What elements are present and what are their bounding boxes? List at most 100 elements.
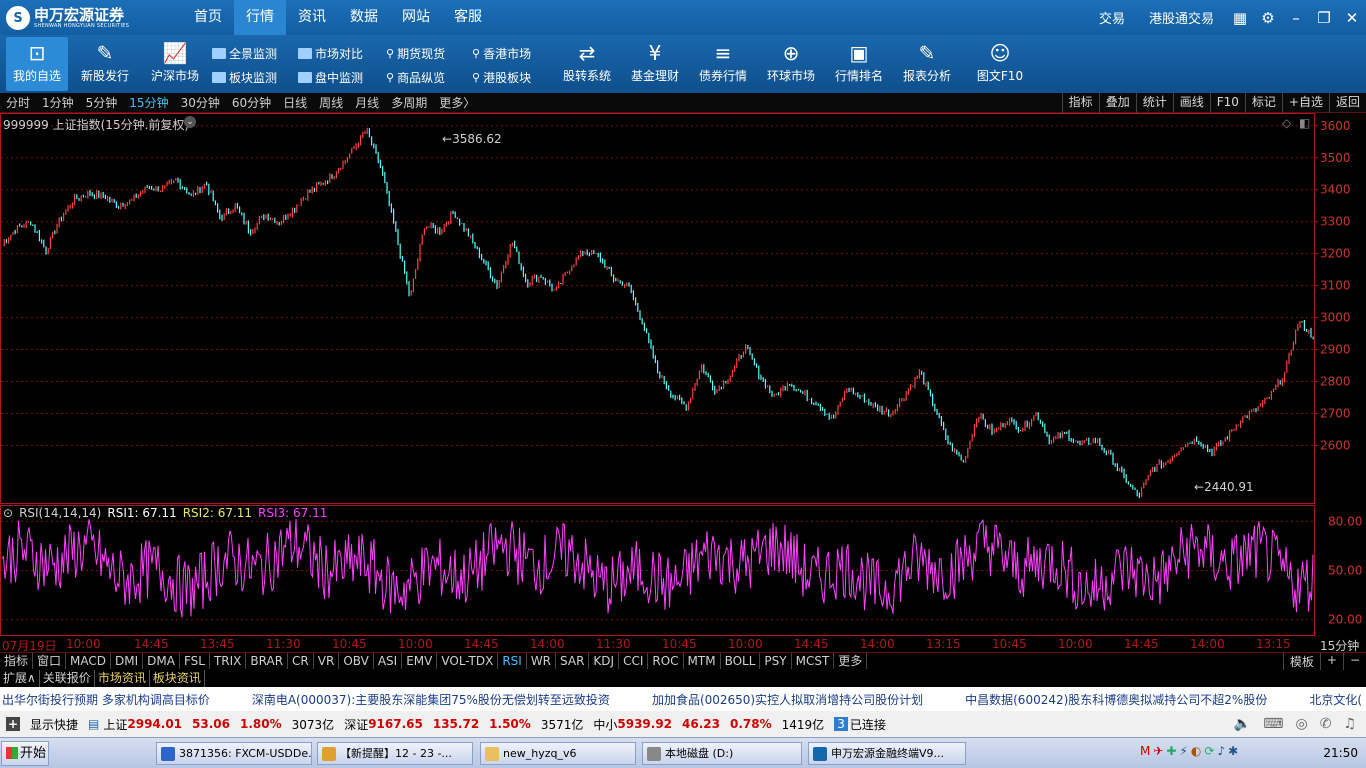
trade-link[interactable]: 交易 — [1087, 8, 1137, 27]
service-icon[interactable]: ◎ — [1295, 716, 1307, 732]
chart-tool-6[interactable]: +自选 — [1281, 93, 1329, 113]
grid-icon[interactable]: ▦ — [1226, 9, 1254, 27]
main-nav-item-0[interactable]: 首页 — [182, 0, 234, 35]
tray-flag-icon[interactable]: ✈ — [1153, 744, 1163, 758]
toolbar-button-0[interactable]: ⊡ 我的自选 — [6, 37, 68, 91]
ext-tab-1[interactable]: 关联报价 — [40, 670, 95, 687]
diamond-icon[interactable]: ◇ — [1282, 116, 1291, 130]
main-nav-item-1[interactable]: 行情 — [234, 0, 286, 35]
period-0[interactable]: 分时 — [0, 94, 36, 111]
indicator-20[interactable]: MTM — [684, 653, 721, 669]
period-4[interactable]: 30分钟 — [175, 94, 226, 111]
taskbar-task-4[interactable]: 申万宏源金融终端V9... — [808, 742, 966, 765]
shortcut-toggle[interactable]: 显示快捷 — [30, 716, 78, 733]
plus-icon[interactable]: + — [6, 717, 20, 731]
kline-chart[interactable]: 3600 3500 3400 3300 3200 3100 3000 2900 2800 2700… — [0, 113, 1366, 636]
indicator-right-0[interactable]: 模板 — [1282, 653, 1320, 670]
period-3[interactable]: 15分钟 — [123, 94, 174, 111]
chart-tool-5[interactable]: 标记 — [1244, 93, 1282, 113]
toolbar-small-6[interactable]: ⚲ 商品纵览 — [386, 69, 445, 86]
news-ticker[interactable]: 出华尔街投行预期 多家机构调高目标价 深南电A(000037):主要股东深能集团7… — [0, 687, 1366, 711]
indicator-24[interactable]: 更多 — [834, 653, 868, 669]
indicator-18[interactable]: CCI — [619, 653, 649, 669]
indicator-23[interactable]: MCST — [792, 653, 835, 669]
indicator-7[interactable]: BRAR — [246, 653, 289, 669]
taskbar-task-0[interactable]: 3871356: FXCM-USDDe... — [156, 742, 312, 765]
ticker-item-4[interactable]: 北京文化( — [1307, 691, 1362, 708]
toolbar-small-5[interactable]: 盘中监测 — [298, 69, 363, 86]
indicator-right-1[interactable]: + — [1319, 653, 1343, 670]
indicator-6[interactable]: TRIX — [210, 653, 247, 669]
tray-shield-icon[interactable]: ✚ — [1166, 744, 1176, 758]
period-6[interactable]: 日线 — [277, 94, 313, 111]
ext-tab-3[interactable]: 板块资讯 — [150, 670, 205, 687]
toolbar-small-4[interactable]: 板块监测 — [212, 69, 277, 86]
chart-tool-1[interactable]: 叠加 — [1098, 93, 1136, 113]
period-10[interactable]: 更多〉 — [433, 94, 481, 111]
indicator-5[interactable]: FSL — [180, 653, 210, 669]
indicator-11[interactable]: ASI — [374, 653, 403, 669]
speaker-icon[interactable]: 🔈 — [1234, 716, 1251, 732]
chart-tool-4[interactable]: F10 — [1209, 93, 1245, 113]
restore-icon[interactable]: ❐ — [1310, 9, 1338, 27]
main-nav-item-3[interactable]: 数据 — [338, 0, 390, 35]
period-9[interactable]: 多周期 — [385, 94, 433, 111]
gear-icon[interactable]: ⚙ — [1254, 9, 1282, 27]
keyboard-icon[interactable]: ⌨ — [1263, 716, 1283, 732]
toolbar-small-2[interactable]: ⚲ 期货现货 — [386, 45, 445, 62]
indicator-22[interactable]: PSY — [760, 653, 792, 669]
ticker-item-2[interactable]: 加加食品(002650)实控人拟取消增持公司股份计划 — [650, 691, 923, 708]
toolbar-button-7[interactable]: ▣ 行情排名 — [828, 37, 890, 91]
start-button[interactable]: 开始 — [1, 741, 49, 766]
indicator-15[interactable]: WR — [527, 653, 557, 669]
toolbar-small-3[interactable]: ⚲ 香港市场 — [472, 45, 531, 62]
toolbar-button-1[interactable]: ✎ 新股发行 — [74, 37, 136, 91]
close-icon[interactable]: ✕ — [1338, 9, 1366, 27]
main-nav-item-4[interactable]: 网站 — [390, 0, 442, 35]
indicator-12[interactable]: EMV — [402, 653, 438, 669]
indicator-19[interactable]: ROC — [648, 653, 684, 669]
toolbar-button-5[interactable]: ≡ 债券行情 — [692, 37, 754, 91]
indicator-8[interactable]: CR — [288, 653, 314, 669]
stock-title-dropdown-icon[interactable]: ⌄ — [184, 116, 196, 128]
toolbar-button-2[interactable]: 📈 沪深市场 — [144, 37, 206, 91]
period-1[interactable]: 1分钟 — [36, 94, 80, 111]
tray-bluetooth-icon[interactable]: ✱ — [1228, 744, 1238, 758]
indicator-1[interactable]: 窗口 — [33, 653, 67, 669]
panel-icon[interactable]: ◧ — [1299, 116, 1310, 130]
ext-tab-2[interactable]: 市场资讯 — [95, 670, 150, 687]
indicator-16[interactable]: SAR — [556, 653, 590, 669]
tray-volume-icon[interactable]: ♪ — [1217, 744, 1225, 758]
toolbar-button-6[interactable]: ⊕ 环球市场 — [760, 37, 822, 91]
ticker-item-3[interactable]: 中昌数据(600242)股东科博德奥拟减持公司不超2%股份 — [963, 691, 1267, 708]
main-nav-item-2[interactable]: 资讯 — [286, 0, 338, 35]
toolbar-small-1[interactable]: 市场对比 — [298, 45, 363, 62]
indicator-21[interactable]: BOLL — [721, 653, 761, 669]
chart-tool-7[interactable]: 返回 — [1328, 93, 1366, 113]
indicator-17[interactable]: KDJ — [589, 653, 620, 669]
period-8[interactable]: 月线 — [349, 94, 385, 111]
taskbar-task-3[interactable]: 本地磁盘 (D:) — [642, 742, 802, 765]
toolbar-small-7[interactable]: ⚲ 港股板块 — [472, 69, 531, 86]
minimize-icon[interactable]: – — [1282, 9, 1310, 27]
indicator-0[interactable]: 指标 — [0, 653, 34, 669]
period-7[interactable]: 周线 — [313, 94, 349, 111]
toolbar-button-3[interactable]: ⇄ 股转系统 — [556, 37, 618, 91]
tray-m-icon[interactable]: M — [1140, 744, 1150, 758]
tray-app-icon[interactable]: ◐ — [1191, 744, 1201, 758]
indicator-3[interactable]: DMI — [111, 653, 144, 669]
indicator-2[interactable]: MACD — [66, 653, 112, 669]
indicator-4[interactable]: DMA — [143, 653, 180, 669]
period-5[interactable]: 60分钟 — [226, 94, 277, 111]
tray-update-icon[interactable]: ⟳ — [1204, 744, 1214, 758]
chart-tool-3[interactable]: 画线 — [1172, 93, 1210, 113]
bell-icon[interactable]: ♫ — [1343, 716, 1356, 732]
rsi-collapse-icon[interactable]: ⊙ — [3, 506, 13, 520]
indicator-13[interactable]: VOL-TDX — [437, 653, 499, 669]
indicator-14[interactable]: RSI — [498, 653, 527, 669]
period-2[interactable]: 5分钟 — [80, 94, 124, 111]
toolbar-button-4[interactable]: ¥ 基金理财 — [624, 37, 686, 91]
toolbar-button-8[interactable]: ✎ 报表分析 — [896, 37, 958, 91]
toolbar-button-9[interactable]: ☺ 图文F10 — [964, 37, 1036, 91]
indicator-right-2[interactable]: − — [1342, 653, 1366, 670]
